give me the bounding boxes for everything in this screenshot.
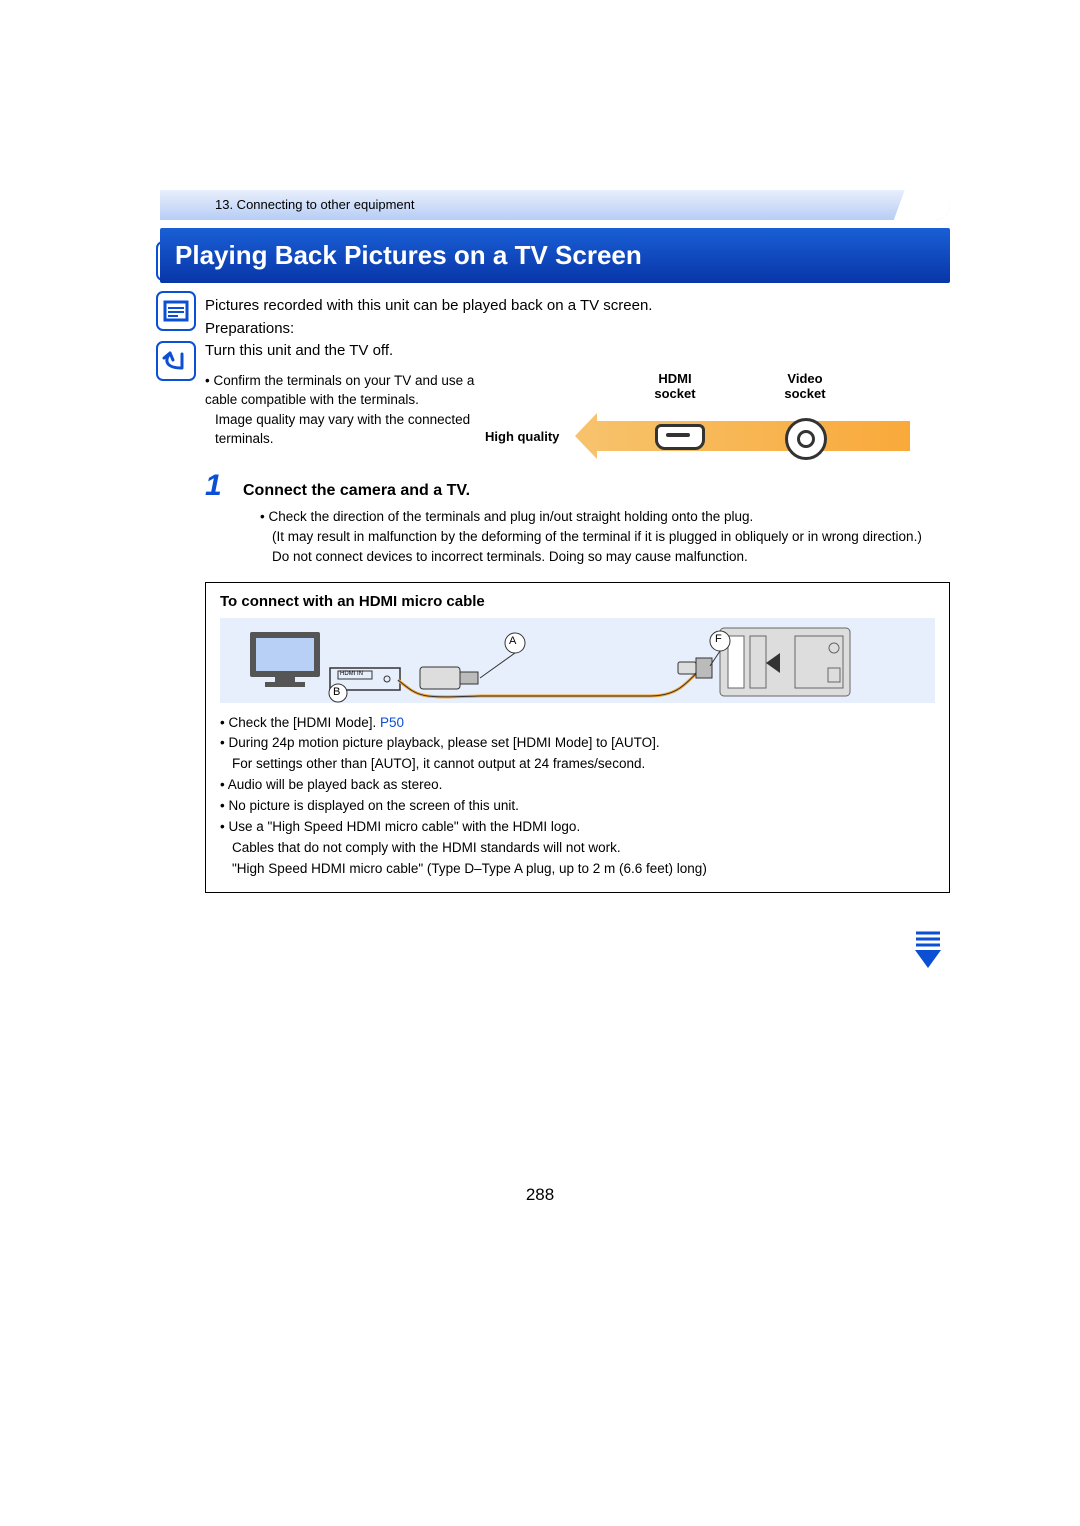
conn-b3: • Audio will be played back as stereo. <box>220 775 935 796</box>
quality-arrow-head <box>575 413 597 459</box>
content: 13. Connecting to other equipment Playin… <box>160 190 950 893</box>
connection-bullets: • Check the [HDMI Mode]. P50 • During 24… <box>220 713 935 880</box>
manual-page: 13. Connecting to other equipment Playin… <box>0 0 1080 1526</box>
socket-diagram: HDMI socket Video socket High quality <box>495 371 950 449</box>
terminals-row: • Confirm the terminals on your TV and u… <box>160 363 950 449</box>
intro-block: Pictures recorded with this unit can be … <box>160 283 950 363</box>
conn-b5: • Use a "High Speed HDMI micro cable" wi… <box>220 817 935 838</box>
conn-b5-sub: Cables that do not comply with the HDMI … <box>220 838 935 859</box>
callout-b: B <box>333 686 340 698</box>
hdmi-socket-label: HDMI socket <box>635 371 715 401</box>
connection-title: To connect with an HDMI micro cable <box>220 593 935 610</box>
prep-label: Preparations: <box>205 318 950 341</box>
conn-b2-sub: For settings other than [AUTO], it canno… <box>220 754 935 775</box>
video-port-icon <box>785 418 827 460</box>
terminals-bullet-1: • Confirm the terminals on your TV and u… <box>205 371 495 410</box>
step-b1-sub2: Do not connect devices to incorrect term… <box>260 547 950 567</box>
terminals-bullet-1b: Image quality may vary with the connecte… <box>205 410 495 449</box>
conn-b4: • No picture is displayed on the screen … <box>220 796 935 817</box>
conn-b5-sub2: "High Speed HDMI micro cable" (Type D–Ty… <box>220 859 935 880</box>
video-socket-label: Video socket <box>765 371 845 401</box>
conn-b2: • During 24p motion picture playback, pl… <box>220 733 935 754</box>
page-number: 288 <box>0 1185 1080 1205</box>
step-title: Connect the camera and a TV. <box>243 482 470 500</box>
step-b1: • Check the direction of the terminals a… <box>260 507 950 527</box>
hdmi-port-icon <box>655 424 705 450</box>
callout-a: A <box>509 635 516 647</box>
connection-box: To connect with an HDMI micro cable <box>205 582 950 893</box>
terminals-notes: • Confirm the terminals on your TV and u… <box>205 371 495 449</box>
high-quality-label: High quality <box>485 429 559 444</box>
conn-b1: • Check the [HDMI Mode]. P50 <box>220 713 935 734</box>
callout-f: F <box>715 633 722 645</box>
step-number: 1 <box>205 469 243 503</box>
breadcrumb: 13. Connecting to other equipment <box>160 190 950 220</box>
connection-diagram: A B F HDMI IN <box>220 618 935 703</box>
continue-next-page-icon[interactable] <box>911 930 945 970</box>
page-title: Playing Back Pictures on a TV Screen <box>160 228 950 283</box>
step-b1-sub1: (It may result in malfunction by the def… <box>260 527 950 547</box>
link-p50[interactable]: P50 <box>380 715 404 730</box>
breadcrumb-text: 13. Connecting to other equipment <box>215 197 414 212</box>
step-bullets: • Check the direction of the terminals a… <box>160 503 950 568</box>
hdmi-in-label: HDMI IN <box>340 671 363 677</box>
step-1: 1 Connect the camera and a TV. <box>160 449 950 503</box>
prep-text: Turn this unit and the TV off. <box>205 340 950 363</box>
quality-arrow-body <box>590 421 910 451</box>
title-text: Playing Back Pictures on a TV Screen <box>175 240 642 270</box>
intro-line: Pictures recorded with this unit can be … <box>205 295 950 318</box>
